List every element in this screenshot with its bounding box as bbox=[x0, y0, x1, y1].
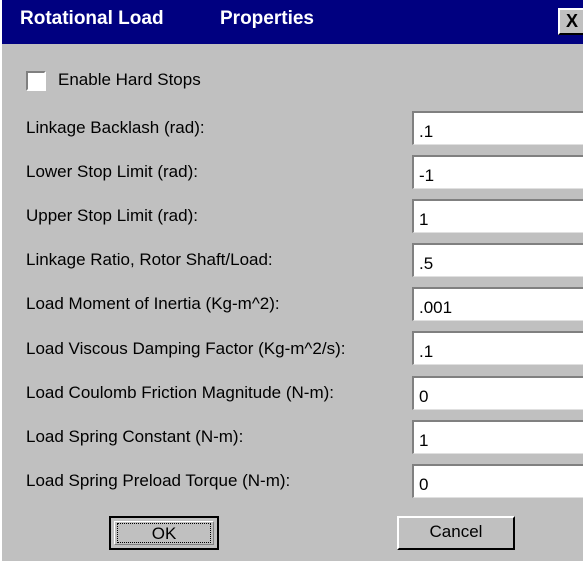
viscous-damping-label: Load Viscous Damping Factor (Kg-m^2/s): bbox=[26, 339, 346, 358]
spring-constant-label: Load Spring Constant (N-m): bbox=[26, 427, 244, 446]
moment-of-inertia-label: Load Moment of Inertia (Kg-m^2): bbox=[26, 294, 280, 313]
spring-preload-label: Load Spring Preload Torque (N-m): bbox=[26, 471, 291, 490]
close-icon: X bbox=[565, 11, 578, 31]
upper-stop-limit-label: Upper Stop Limit (rad): bbox=[26, 206, 198, 225]
title-bar: Rotational Load Properties X bbox=[2, 0, 583, 44]
upper-stop-limit-input[interactable] bbox=[412, 199, 583, 233]
ok-button-label: OK bbox=[117, 523, 211, 543]
ok-button[interactable]: OK bbox=[109, 516, 219, 550]
coulomb-friction-label: Load Coulomb Friction Magnitude (N-m): bbox=[26, 383, 335, 402]
lower-stop-limit-input[interactable] bbox=[412, 155, 583, 189]
cancel-button[interactable]: Cancel bbox=[397, 516, 515, 550]
properties-dialog: Rotational Load Properties X Enable Hard… bbox=[0, 0, 583, 561]
viscous-damping-input[interactable] bbox=[412, 331, 583, 365]
window-title-properties: Properties bbox=[220, 8, 314, 29]
linkage-ratio-input[interactable] bbox=[412, 243, 583, 277]
close-button[interactable]: X bbox=[558, 8, 583, 35]
moment-of-inertia-input[interactable] bbox=[412, 287, 583, 321]
coulomb-friction-input[interactable] bbox=[412, 376, 583, 410]
window-title: Rotational Load bbox=[20, 8, 164, 29]
linkage-ratio-label: Linkage Ratio, Rotor Shaft/Load: bbox=[26, 250, 273, 269]
spring-constant-input[interactable] bbox=[412, 420, 583, 454]
linkage-backlash-input[interactable] bbox=[412, 111, 583, 145]
lower-stop-limit-label: Lower Stop Limit (rad): bbox=[26, 162, 198, 181]
enable-hard-stops-label: Enable Hard Stops bbox=[58, 70, 201, 89]
spring-preload-input[interactable] bbox=[412, 464, 583, 498]
linkage-backlash-label: Linkage Backlash (rad): bbox=[26, 118, 205, 137]
enable-hard-stops-checkbox[interactable] bbox=[26, 71, 46, 91]
